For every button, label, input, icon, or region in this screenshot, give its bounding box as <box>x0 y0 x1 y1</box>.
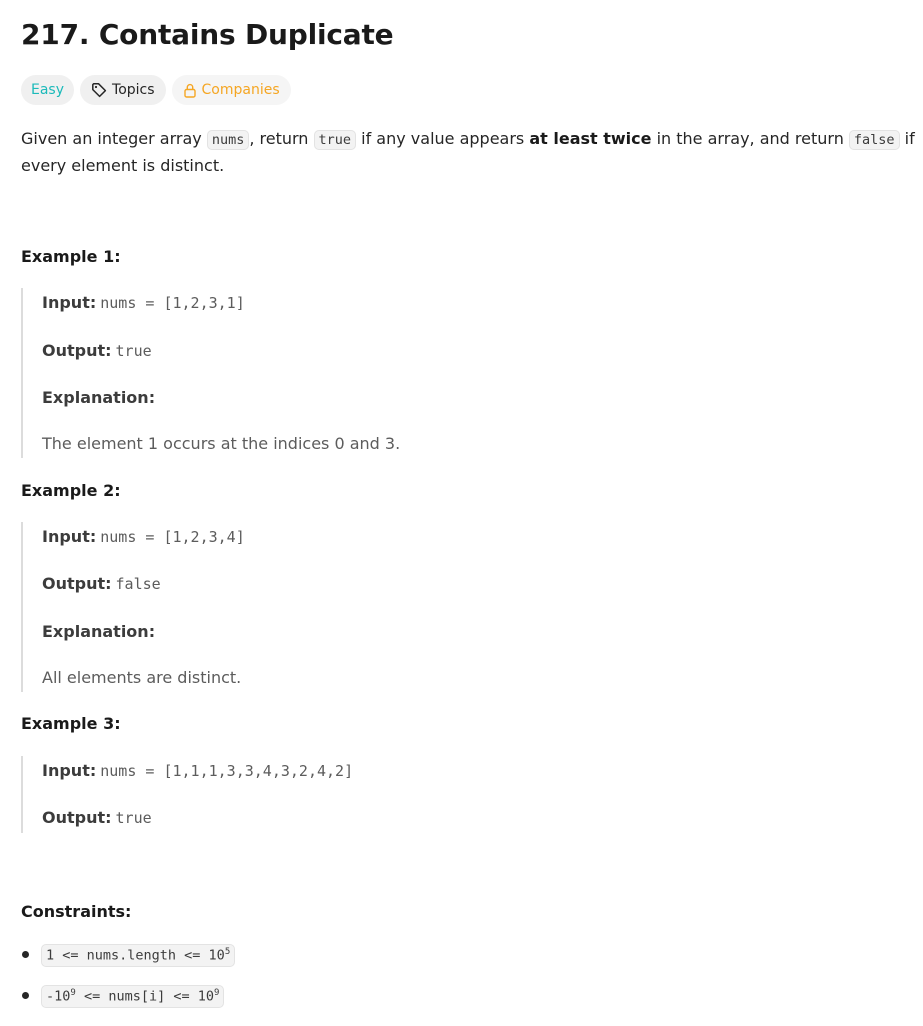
constraint-exponent: 9 <box>213 988 220 998</box>
topics-button[interactable]: Topics <box>80 75 166 105</box>
description-text: in the array, and return <box>651 129 849 148</box>
output-label: Output: <box>42 574 112 593</box>
output-label: Output: <box>42 341 112 360</box>
example-2-output: Output: false <box>42 574 161 593</box>
example-2-block <box>21 522 901 692</box>
constraint-code: -109 <= nums[i] <= 109 <box>41 985 225 1008</box>
problem-description: Given an integer array nums, return true… <box>21 126 923 179</box>
constraint-text: <= nums[i] <= 10 <box>75 988 214 1005</box>
input-label: Input: <box>42 527 97 546</box>
example-2-heading: Example 2: <box>21 481 121 500</box>
constraint-text: 1 <= nums.length <= 10 <box>46 947 225 964</box>
example-2-explanation-label: Explanation: <box>42 622 155 641</box>
topics-label: Topics <box>112 82 155 98</box>
example-1-input: Input: nums = [1,2,3,1] <box>42 293 245 312</box>
constraint-exponent: 5 <box>224 947 231 957</box>
input-label: Input: <box>42 293 97 312</box>
example-2-explanation: All elements are distinct. <box>42 668 241 687</box>
example-1-explanation-label: Explanation: <box>42 388 155 407</box>
companies-label: Companies <box>201 82 280 98</box>
problem-title: 217. Contains Duplicate <box>21 18 394 51</box>
output-value: false <box>115 575 161 593</box>
description-text: Given an integer array <box>21 129 207 148</box>
output-value: true <box>115 342 152 360</box>
emphasis-text: at least twice <box>529 129 652 148</box>
difficulty-label: Easy <box>31 82 65 98</box>
example-1-heading: Example 1: <box>21 247 121 266</box>
input-value: nums = [1,1,1,3,3,4,3,2,4,2] <box>100 762 354 780</box>
companies-button[interactable]: Companies <box>171 75 291 105</box>
output-label: Output: <box>42 808 112 827</box>
constraint-text: -10 <box>46 988 71 1005</box>
constraint-code: 1 <= nums.length <= 105 <box>41 944 236 967</box>
inline-code: false <box>848 130 900 150</box>
explanation-label: Explanation: <box>42 622 156 641</box>
constraint-item: -109 <= nums[i] <= 109 <box>21 985 235 1026</box>
input-value: nums = [1,2,3,1] <box>100 294 245 312</box>
description-text: if any value appears <box>356 129 530 148</box>
example-2-input: Input: nums = [1,2,3,4] <box>42 527 245 546</box>
explanation-label: Explanation: <box>42 388 156 407</box>
problem-tags: Easy Topics Companies <box>21 75 291 105</box>
constraints-list: 1 <= nums.length <= 105 -10 9 <= nums[i] … <box>21 944 236 1026</box>
example-3-input: Input: nums = [1,1,1,3,3,4,3,2,4,2] <box>42 761 353 780</box>
example-1-explanation: The element 1 occurs at the indices 0 an… <box>42 434 400 453</box>
inline-code: nums <box>206 130 250 150</box>
inline-code: true <box>313 130 357 150</box>
lock-icon <box>183 83 197 98</box>
output-value: true <box>115 809 152 827</box>
example-1-output: Output: true <box>42 341 152 360</box>
example-3-heading: Example 3: <box>21 714 121 733</box>
input-value: nums = [1,2,3,4] <box>100 528 245 546</box>
bullet-icon <box>22 992 29 999</box>
description-text: , return <box>249 129 314 148</box>
explanation-text: All elements are distinct. <box>42 668 242 687</box>
example-1-block <box>21 288 901 458</box>
difficulty-badge: Easy <box>21 75 75 105</box>
constraint-item: 1 <= nums.length <= 105 <box>21 944 236 985</box>
explanation-text: The element 1 occurs at the indices 0 an… <box>42 434 401 453</box>
example-3-output: Output: true <box>42 808 152 827</box>
constraints-heading: Constraints: <box>21 902 132 921</box>
bullet-icon <box>22 951 29 958</box>
input-label: Input: <box>42 761 97 780</box>
tag-icon <box>91 82 107 98</box>
